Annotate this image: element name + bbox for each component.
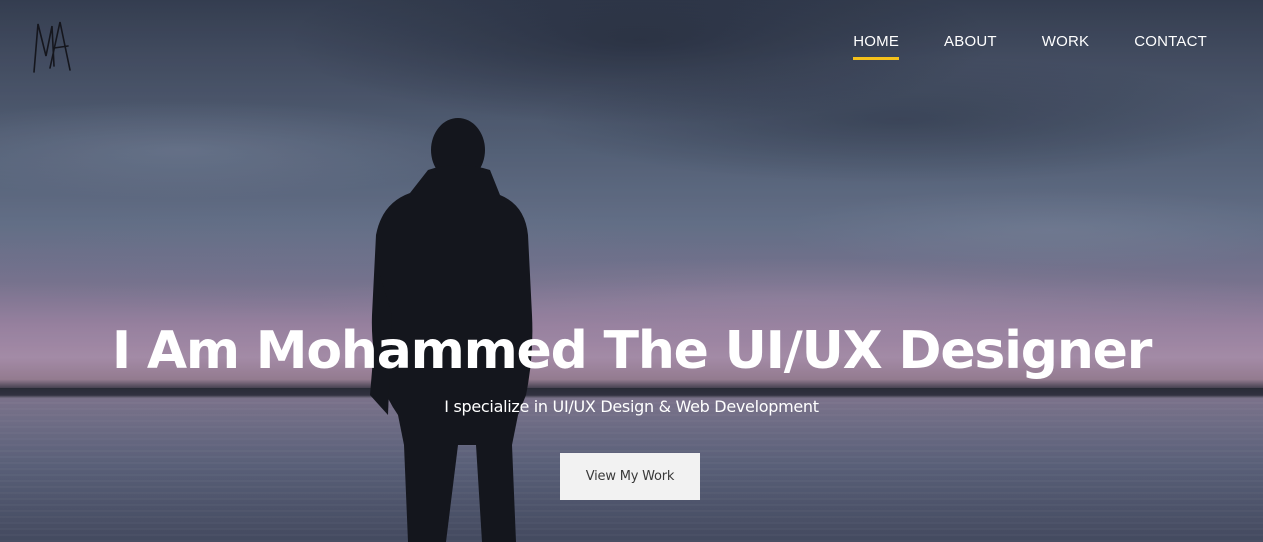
nav-about[interactable]: ABOUT [944, 33, 997, 60]
main-nav: HOME ABOUT WORK CONTACT [808, 33, 1207, 60]
nav-home[interactable]: HOME [853, 33, 899, 60]
nav-contact[interactable]: CONTACT [1134, 33, 1207, 60]
logo[interactable] [30, 16, 76, 76]
nav-work[interactable]: WORK [1042, 33, 1089, 60]
hero-section: MA HOME ABOUT WORK CONTACT I Am Mohammed… [0, 0, 1263, 542]
hero-subline: I specialize in UI/UX Design & Web Devel… [444, 397, 819, 416]
view-my-work-button[interactable]: View My Work [560, 453, 700, 500]
hero-headline: I Am Mohammed The UI/UX Designer [111, 321, 1153, 381]
